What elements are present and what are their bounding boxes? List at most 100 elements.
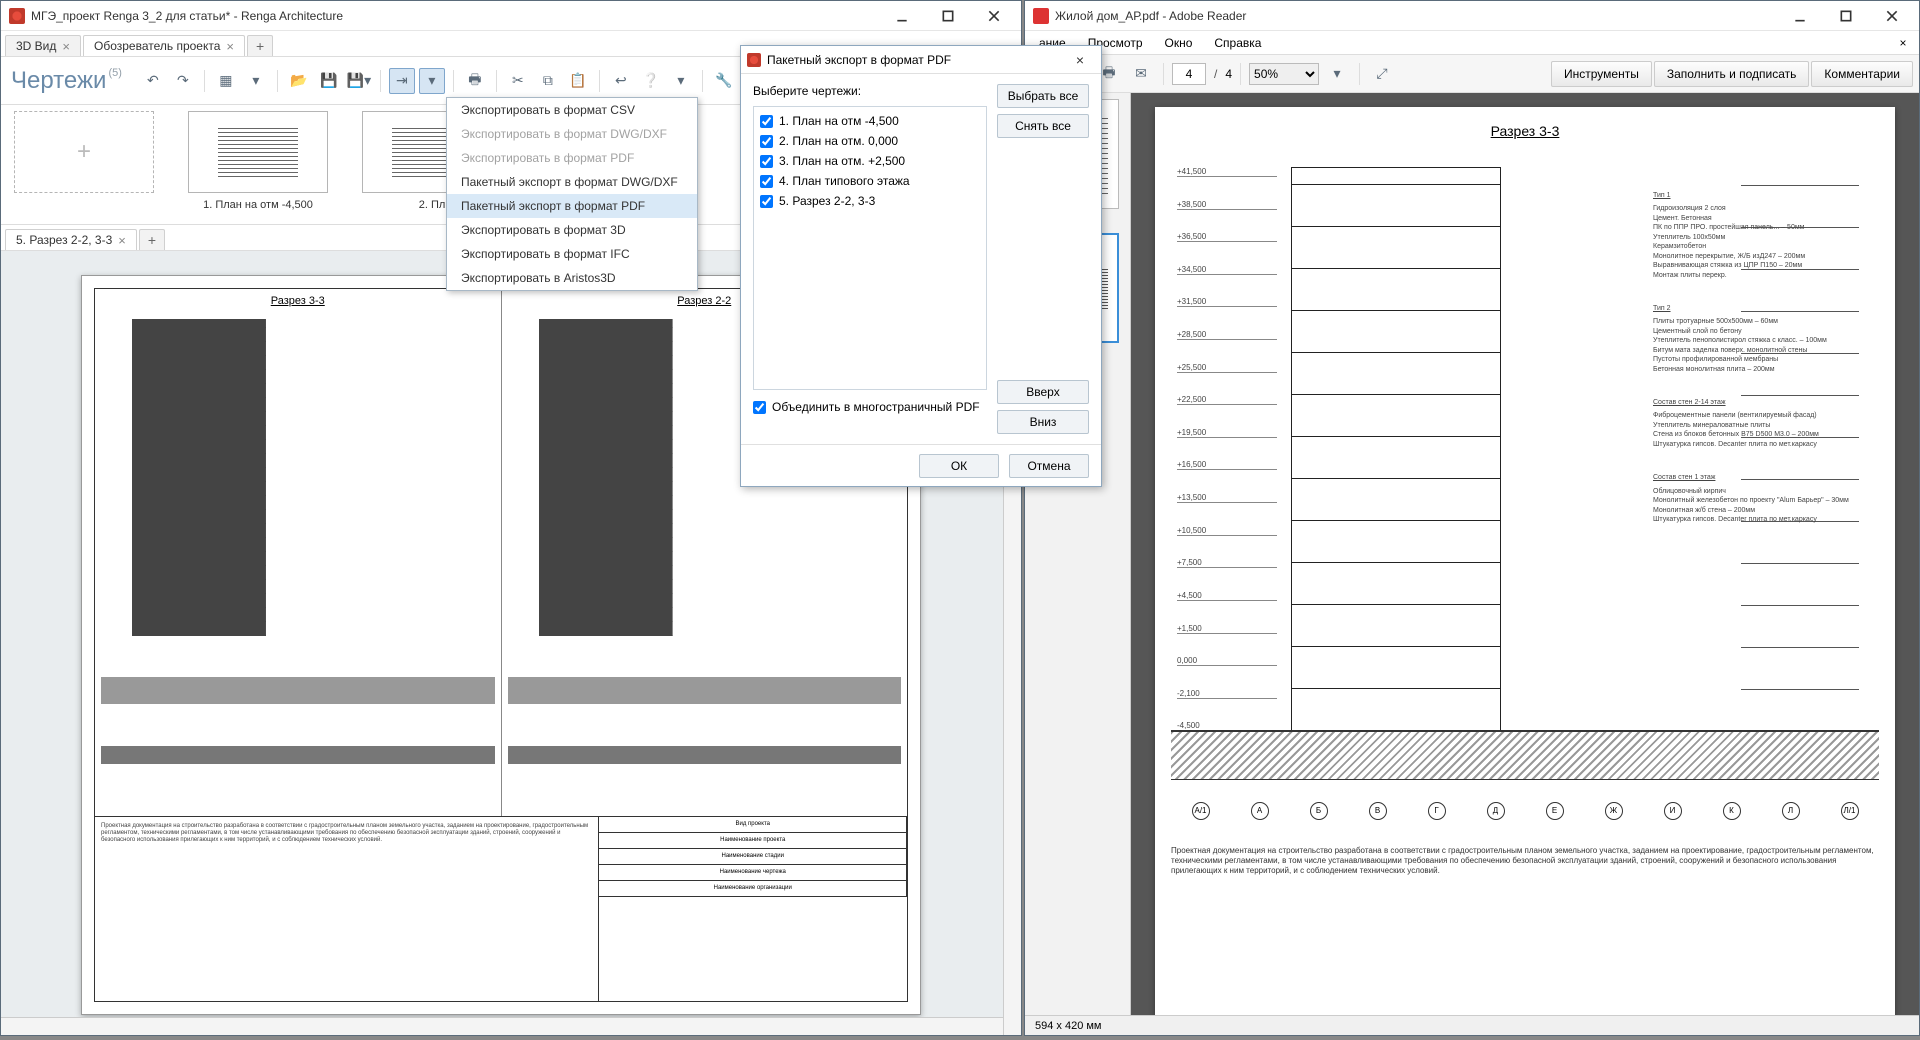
tools-button[interactable]: Инструменты — [1551, 61, 1652, 87]
drawing-item-label: 4. План типового этажа — [779, 174, 910, 188]
export-menu-item[interactable]: Экспортировать в формат IFC — [447, 242, 697, 266]
move-up-button[interactable]: Вверх — [997, 380, 1089, 404]
elevation-label: +38,500 — [1177, 200, 1277, 210]
elevation-label: +16,500 — [1177, 460, 1277, 470]
fill-sign-button[interactable]: Заполнить и подписать — [1654, 61, 1810, 87]
close-icon[interactable]: × — [226, 39, 234, 54]
add-tab-button[interactable]: + — [139, 229, 165, 250]
legend-line: Гидроизоляция 2 слоя — [1653, 204, 1853, 213]
drawing-checkbox-row[interactable]: 4. План типового этажа — [760, 171, 980, 191]
axis-label: Б — [1310, 802, 1328, 820]
drawing-checkbox-row[interactable]: 1. План на отм -4,500 — [760, 111, 980, 131]
help-icon[interactable]: ❔ — [638, 68, 664, 94]
deselect-all-button[interactable]: Снять все — [997, 114, 1089, 138]
save-icon[interactable]: 💾 — [316, 68, 342, 94]
legend-line: Утеплитель 100x50мм — [1653, 233, 1853, 242]
drawing-checkbox-row[interactable]: 5. Разрез 2-2, 3-3 — [760, 191, 980, 211]
new-icon[interactable]: ▦ — [213, 68, 239, 94]
export-icon[interactable]: ⇥ — [389, 68, 415, 94]
page-number-input[interactable] — [1172, 63, 1206, 85]
legend-line: Монтаж плиты перекр. — [1653, 271, 1853, 280]
drawing-checkbox[interactable] — [760, 115, 773, 128]
help-drop-icon[interactable]: ▾ — [668, 68, 694, 94]
settings-icon[interactable]: 🔧 — [711, 68, 737, 94]
export-menu-item[interactable]: Пакетный экспорт в формат PDF — [447, 194, 697, 218]
renga-title: МГЭ_проект Renga 3_2 для статьи* - Renga… — [31, 9, 879, 23]
export-drop-icon[interactable]: ▾ — [419, 68, 445, 94]
saveas-icon[interactable]: 💾▾ — [346, 68, 372, 94]
tab-label: 5. Разрез 2-2, 3-3 — [16, 233, 112, 247]
export-menu-item[interactable]: Пакетный экспорт в формат DWG/DXF — [447, 170, 697, 194]
export-menu-item: Экспортировать в формат PDF — [447, 146, 697, 170]
close-button[interactable] — [971, 1, 1017, 31]
drawing-checkbox-row[interactable]: 3. План на отм. +2,500 — [760, 151, 980, 171]
zoom-select[interactable]: 50% — [1249, 63, 1319, 85]
open-icon[interactable]: 📂 — [286, 68, 312, 94]
legend-title: Состав стен 2-14 этаж — [1653, 398, 1853, 407]
print-icon[interactable]: 🖶 — [462, 68, 488, 94]
move-down-button[interactable]: Вниз — [997, 410, 1089, 434]
minimize-button[interactable] — [1777, 1, 1823, 31]
legend-block: Состав стен 1 этажОблицовочный кирпичМон… — [1653, 473, 1853, 524]
subtab-section[interactable]: 5. Разрез 2-2, 3-3 × — [5, 229, 137, 250]
tb-cell: Наименование чертежа — [599, 865, 907, 880]
drawing-checkbox[interactable] — [760, 195, 773, 208]
separator — [277, 70, 278, 92]
legend-line: Фиброцементные панели (вентилируемый фас… — [1653, 411, 1853, 420]
reader-titlebar: Жилой дом_АР.pdf - Adobe Reader — [1025, 1, 1919, 31]
drawing-footnote: Проектная документация на строительство … — [95, 817, 598, 1001]
export-menu-item[interactable]: Экспортировать в формат CSV — [447, 98, 697, 122]
drawing-thumb[interactable]: 1. План на отм -4,500 — [183, 111, 333, 211]
cancel-button[interactable]: Отмена — [1009, 454, 1089, 478]
separator — [1359, 63, 1360, 85]
document-viewport[interactable]: Разрез 3-3 +41,500+38,500+36,500+34,500+… — [1131, 93, 1919, 1015]
axis-label: Ж — [1605, 802, 1623, 820]
zoom-tool-icon[interactable]: ▾ — [1323, 60, 1351, 88]
paste-icon[interactable]: 📋 — [565, 68, 591, 94]
renga-app-icon — [9, 8, 25, 24]
ok-button[interactable]: ОК — [919, 454, 999, 478]
minimize-button[interactable] — [879, 1, 925, 31]
horizontal-scrollbar[interactable] — [1, 1017, 1021, 1035]
export-menu-item[interactable]: Экспортировать в Aristos3D — [447, 266, 697, 290]
legend-line: Керамзитобетон — [1653, 242, 1853, 251]
maximize-button[interactable] — [1823, 1, 1869, 31]
mail-icon[interactable]: ✉ — [1127, 60, 1155, 88]
add-drawing-button[interactable]: + — [9, 111, 159, 193]
drawing-checkbox[interactable] — [760, 155, 773, 168]
close-icon[interactable]: × — [62, 39, 70, 54]
reader-title: Жилой дом_АР.pdf - Adobe Reader — [1055, 9, 1777, 23]
drawing-checkbox[interactable] — [760, 175, 773, 188]
menu-item[interactable]: Справка — [1204, 33, 1271, 53]
comments-button[interactable]: Комментарии — [1811, 61, 1913, 87]
batch-export-dialog: Пакетный экспорт в формат PDF × Выберите… — [740, 45, 1102, 487]
dialog-titlebar: Пакетный экспорт в формат PDF × — [741, 46, 1101, 74]
tb-cell: Наименование организации — [599, 881, 907, 896]
drawing-checkbox[interactable] — [760, 135, 773, 148]
close-icon[interactable]: × — [118, 233, 126, 248]
tab-3d-view[interactable]: 3D Вид × — [5, 35, 81, 56]
document-close-icon[interactable]: × — [1891, 36, 1915, 50]
close-button[interactable] — [1869, 1, 1915, 31]
dialog-close-button[interactable]: × — [1065, 52, 1095, 68]
axis-label: А — [1251, 802, 1269, 820]
merge-checkbox[interactable] — [753, 401, 766, 414]
legend-line: Цемент. Бетонная — [1653, 214, 1853, 223]
maximize-button[interactable] — [925, 1, 971, 31]
cut-icon[interactable]: ✂ — [505, 68, 531, 94]
legend-block: Тип 2Плиты тротуарные 500x500мм – 60ммЦе… — [1653, 304, 1853, 374]
select-all-button[interactable]: Выбрать все — [997, 84, 1089, 108]
tab-project-browser[interactable]: Обозреватель проекта × — [83, 35, 245, 56]
export-menu-item[interactable]: Экспортировать в формат 3D — [447, 218, 697, 242]
menu-item[interactable]: Окно — [1155, 33, 1203, 53]
undo-icon[interactable]: ↶ — [140, 68, 166, 94]
add-tab-button[interactable]: + — [247, 35, 273, 56]
merge-checkbox-row[interactable]: Объединить в многостраничный PDF — [753, 400, 987, 414]
copy-icon[interactable]: ⧉ — [535, 68, 561, 94]
drawing-checkbox-row[interactable]: 2. План на отм. 0,000 — [760, 131, 980, 151]
read-mode-icon[interactable]: ⤢ — [1368, 60, 1396, 88]
redo-icon[interactable]: ↷ — [170, 68, 196, 94]
chevron-down-icon[interactable]: ▾ — [243, 68, 269, 94]
back-icon[interactable]: ↩ — [608, 68, 634, 94]
legend-line: Монолитный железобетон по проекту "Alum … — [1653, 496, 1853, 505]
